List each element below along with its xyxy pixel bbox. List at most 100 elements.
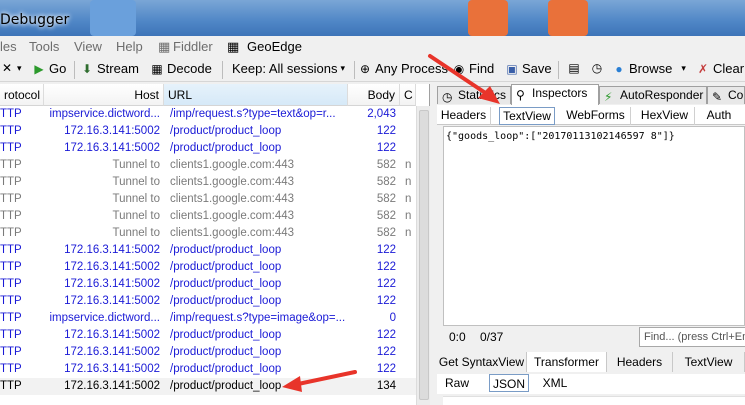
tab-request-webforms[interactable]: WebForms (561, 107, 631, 125)
remove-button[interactable]: ✕ ▾ (0, 61, 22, 75)
table-row[interactable]: TTP 172.16.3.141:5002/product/product_loo… (0, 378, 416, 395)
window-title: Debugger (0, 12, 70, 28)
column-caching[interactable]: C (400, 84, 416, 106)
cell-body: 0 (389, 312, 396, 324)
table-row[interactable]: TTP 172.16.3.141:5002/product/product_loo… (0, 344, 416, 361)
request-tabs: Headers TextView WebForms HexView Auth (437, 105, 745, 125)
menu-bar: les Tools View Help ▦ Fiddler ▦ GeoEdge (0, 36, 745, 58)
tab-request-auth[interactable]: Auth (699, 107, 739, 125)
screenshot-button[interactable]: ▤ (567, 61, 581, 75)
cell-body: 122 (376, 244, 396, 256)
menu-geoedge[interactable]: GeoEdge (247, 39, 302, 54)
fiddler-menu-icon[interactable]: ▦ (158, 39, 170, 55)
table-row[interactable]: TTP impservice.dictword... /imp/request.s?… (0, 106, 416, 123)
cell-url: /product/product_loop (170, 125, 282, 137)
cell-caching: n (405, 176, 412, 188)
menu-rules[interactable]: les (0, 39, 17, 54)
tab-response-textview[interactable]: TextView (673, 352, 745, 372)
clear-cache-button[interactable]: ✗ Clear (696, 61, 744, 76)
cell-host: 172.16.3.141:5002 (64, 363, 160, 375)
lightning-icon: ⚡ (604, 90, 613, 104)
table-row[interactable]: TTP Tunnel to clients1.google.com:443 582 n (0, 208, 416, 225)
selection-length: 0/37 (480, 330, 504, 344)
response-json-tree[interactable] (443, 396, 745, 405)
tab-response-json[interactable]: JSON (489, 374, 529, 392)
sessions-scrollbar[interactable] (416, 106, 430, 405)
tab-autoresponder[interactable]: ⚡ AutoResponder (599, 86, 707, 104)
cell-protocol: TTP (0, 329, 22, 341)
table-row[interactable]: TTP 172.16.3.141:5002/product/product_loo… (0, 123, 416, 140)
find-input[interactable]: Find... (press Ctrl+Ent (639, 327, 745, 347)
pane-splitter[interactable] (430, 84, 437, 405)
clear-label: Clear (713, 61, 745, 76)
column-url[interactable]: URL (164, 84, 348, 106)
table-row[interactable]: TTP Tunnel to clients1.google.com:443 582 n (0, 157, 416, 174)
taskbar-icon (90, 0, 136, 36)
request-body-text[interactable]: {"goods_loop":["20170113102146597 8"]} (443, 126, 745, 326)
table-row[interactable]: TTP Tunnel to clients1.google.com:443 582 n (0, 225, 416, 242)
dropdown-arrow-icon: ▾ (17, 62, 22, 73)
stream-label: Stream (97, 61, 139, 76)
table-row[interactable]: TTP impservice.dictword... /imp/request.s?… (0, 310, 416, 327)
dropdown-arrow-icon: ▾ (340, 63, 346, 73)
table-row[interactable]: TTP Tunnel to clients1.google.com:443 582 n (0, 174, 416, 191)
cell-protocol: TTP (0, 380, 22, 392)
menu-fiddler[interactable]: Fiddler (173, 39, 213, 54)
save-button[interactable]: ▣ Save (505, 61, 551, 76)
menu-view[interactable]: View (74, 39, 102, 54)
cell-body: 122 (376, 142, 396, 154)
table-row[interactable]: TTP 172.16.3.141:5002/product/product_loo… (0, 259, 416, 276)
geoedge-icon[interactable]: ▦ (227, 39, 239, 55)
cell-caching: n (405, 210, 412, 222)
cell-protocol: TTP (0, 346, 22, 358)
taskbar-icon (548, 0, 588, 36)
cell-url: /product/product_loop (170, 142, 282, 154)
tab-statistics[interactable]: ◷ Statistics (437, 86, 511, 104)
menu-tools[interactable]: Tools (29, 39, 59, 54)
timer-icon: ◷ (442, 90, 453, 104)
tab-inspectors-label: Inspectors (532, 86, 588, 100)
menu-help[interactable]: Help (116, 39, 143, 54)
tab-response-transformer[interactable]: Transformer (527, 352, 607, 372)
tab-response-xml[interactable]: XML (537, 374, 573, 392)
tab-request-hexview[interactable]: HexView (635, 107, 695, 125)
tab-request-headers[interactable]: Headers (437, 107, 491, 125)
composer-icon: ✎ (712, 90, 723, 104)
sessions-list[interactable]: rotocol Host URL Body C TTP impservice.di… (0, 84, 430, 405)
any-process-label: Any Process (375, 61, 448, 76)
cell-url: /imp/request.s?type=text&op=r... (170, 108, 336, 120)
keep-sessions-dropdown[interactable]: Keep: All sessions ▾ (232, 61, 345, 76)
table-row[interactable]: TTP 172.16.3.141:5002/product/product_loo… (0, 242, 416, 259)
table-row[interactable]: TTP 172.16.3.141:5002/product/product_loo… (0, 327, 416, 344)
table-row[interactable]: TTP Tunnel to clients1.google.com:443 582 n (0, 191, 416, 208)
table-row[interactable]: TTP 172.16.3.141:5002/product/product_loo… (0, 293, 416, 310)
tab-composer-label: Co (728, 88, 744, 102)
tab-response-headers[interactable]: Headers (607, 352, 673, 372)
main-tabs: ◷ Statistics ⚲ Inspectors ⚡ AutoResponde… (437, 84, 745, 105)
table-row[interactable]: TTP 172.16.3.141:5002/product/product_loo… (0, 140, 416, 157)
table-row[interactable]: TTP 172.16.3.141:5002/product/product_loo… (0, 276, 416, 293)
tab-response-raw[interactable]: Raw (439, 374, 475, 392)
tab-inspectors[interactable]: ⚲ Inspectors (511, 84, 599, 105)
tab-request-textview[interactable]: TextView (499, 107, 555, 125)
stream-button[interactable]: ⬇ Stream (80, 61, 139, 76)
cell-body: 582 (376, 210, 396, 222)
any-process-button[interactable]: ⊕ Any Process (358, 61, 448, 76)
tab-response-syntaxview[interactable]: Get SyntaxView (437, 352, 527, 372)
column-protocol[interactable]: rotocol (0, 84, 44, 106)
cell-host: 172.16.3.141:5002 (64, 125, 160, 137)
decode-button[interactable]: ▦ Decode (150, 61, 211, 76)
timer-button[interactable]: ◷ (590, 61, 604, 75)
column-body[interactable]: Body (348, 84, 400, 106)
cell-url: /product/product_loop (170, 380, 282, 392)
cell-host: Tunnel to (112, 210, 160, 222)
go-button[interactable]: ▶ Go (32, 61, 66, 76)
column-host[interactable]: Host (44, 84, 164, 106)
table-row[interactable]: TTP 172.16.3.141:5002/product/product_loo… (0, 361, 416, 378)
cell-url: clients1.google.com:443 (170, 176, 295, 188)
toolbar: ✕ ▾ ▶ Go ⬇ Stream ▦ Decode Keep: All ses… (0, 58, 745, 82)
tab-composer[interactable]: ✎ Co (707, 86, 745, 104)
browse-button[interactable]: ● Browse ▾ (612, 61, 686, 76)
response-tabs: Get SyntaxView Transformer Headers TextV… (437, 352, 745, 372)
find-button[interactable]: ◉ Find (452, 61, 495, 76)
